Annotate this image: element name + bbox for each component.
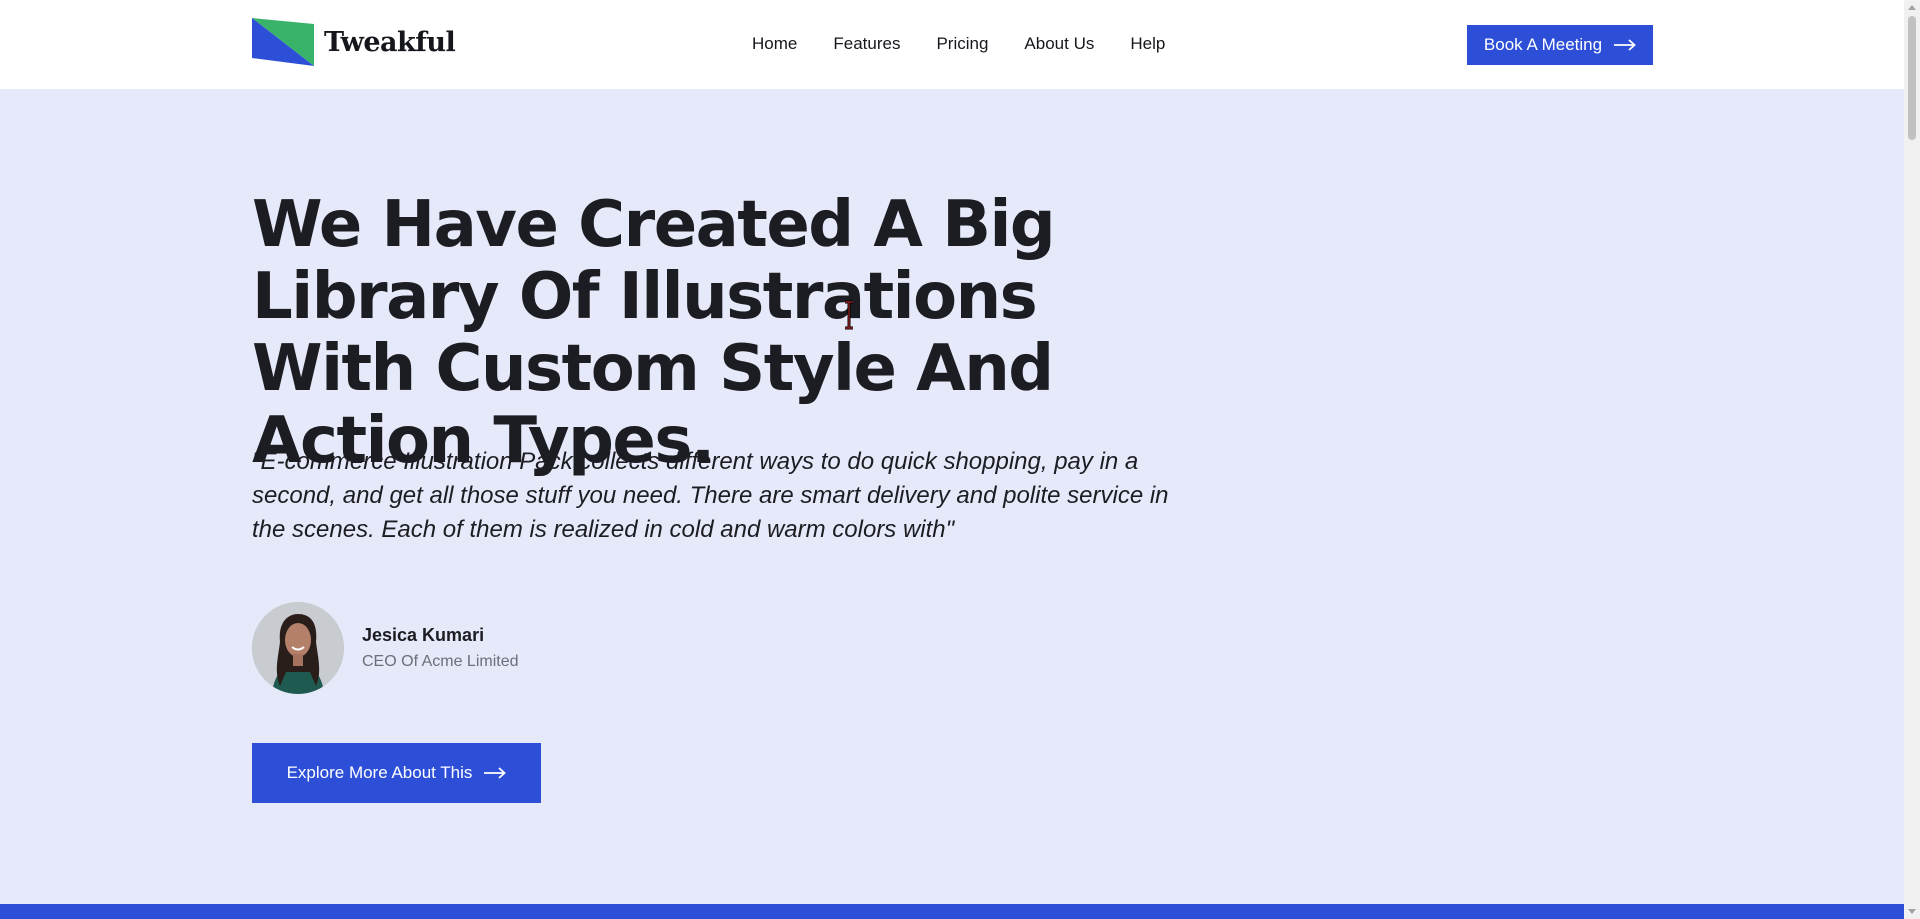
nav-about-us[interactable]: About Us (1024, 34, 1094, 54)
hero-headline: We Have Created A Big Library Of Illustr… (252, 188, 1056, 478)
author-name: Jesica Kumari (362, 625, 485, 645)
tweakful-logo-icon (252, 18, 314, 66)
author-photo (252, 602, 344, 694)
site-header: Tweakful Home Features Pricing About Us … (0, 0, 1904, 89)
testimonial-quote: "E-commerce Illustration Pack collects d… (252, 448, 1169, 543)
nav-help[interactable]: Help (1130, 34, 1165, 54)
author-avatar (252, 602, 344, 694)
page-scrollbar[interactable] (1904, 0, 1920, 919)
nav-pricing[interactable]: Pricing (936, 34, 988, 54)
explore-more-label: Explore More About This (286, 763, 473, 782)
nav-home[interactable]: Home (752, 34, 797, 54)
book-meeting-button[interactable]: Book A Meeting (1467, 25, 1653, 65)
hero-section: We Have Created A Big Library Of Illustr… (0, 89, 1904, 904)
logo[interactable]: Tweakful (252, 18, 456, 66)
arrow-right-icon (484, 767, 507, 779)
scrollbar-thumb[interactable] (1908, 16, 1916, 140)
explore-more-button[interactable]: Explore More About This (252, 743, 541, 803)
arrow-right-icon (1614, 39, 1636, 51)
logo-text: Tweakful (324, 26, 456, 58)
scroll-up-arrow-icon[interactable] (1908, 5, 1916, 10)
author-role: CEO Of Acme Limited (362, 653, 519, 670)
scroll-down-arrow-icon[interactable] (1908, 909, 1916, 914)
book-meeting-label: Book A Meeting (1483, 35, 1603, 54)
text-cursor-icon (845, 300, 853, 330)
testimonial-author: Jesica Kumari CEO Of Acme Limited (252, 602, 519, 694)
main-nav: Home Features Pricing About Us Help (752, 34, 1165, 54)
next-section-band (0, 904, 1904, 919)
nav-features[interactable]: Features (833, 34, 900, 54)
